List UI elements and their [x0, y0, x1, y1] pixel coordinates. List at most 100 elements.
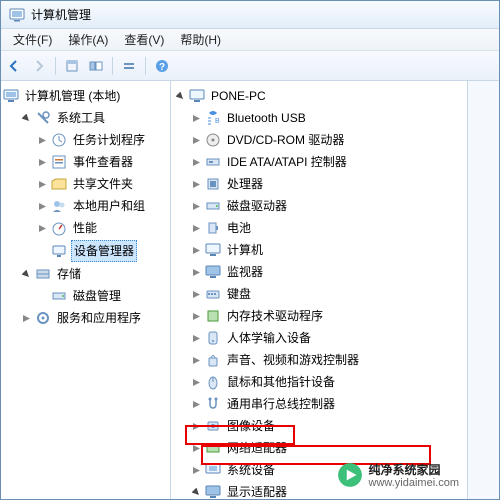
properties-button[interactable]	[119, 56, 139, 76]
users-icon	[51, 198, 67, 214]
menu-bar: 文件(F) 操作(A) 查看(V) 帮助(H)	[1, 29, 499, 51]
group-system-tools[interactable]: 系统工具	[1, 107, 170, 129]
expander-icon[interactable]	[189, 375, 203, 389]
category-icon	[205, 242, 221, 258]
event-viewer-label: 事件查看器	[71, 152, 135, 172]
category-item[interactable]: IDE ATA/ATAPI 控制器	[171, 151, 467, 173]
right-tree-pane[interactable]: PONE-PC BBluetooth USBDVD/CD-ROM 驱动器IDE …	[171, 81, 467, 499]
perf-icon	[51, 220, 67, 236]
category-item[interactable]: 监视器	[171, 261, 467, 283]
disk-management[interactable]: 磁盘管理	[1, 285, 170, 307]
expander-icon[interactable]	[189, 221, 203, 235]
display-adapters-label: 显示适配器	[225, 482, 289, 499]
content-body: 计算机管理 (本地) 系统工具 任务计划程序 事件查看器 共享文件夹 本地用户和…	[1, 81, 499, 499]
show-hide-button[interactable]	[86, 56, 106, 76]
expander-icon[interactable]	[19, 111, 33, 125]
system-tools-label: 系统工具	[55, 108, 107, 128]
category-item[interactable]: 图像设备	[171, 415, 467, 437]
category-item[interactable]: 计算机	[171, 239, 467, 261]
watermark-logo-icon	[337, 462, 363, 491]
expander-icon[interactable]	[189, 419, 203, 433]
category-item[interactable]: 电池	[171, 217, 467, 239]
back-button[interactable]	[5, 56, 25, 76]
category-item[interactable]: 键盘	[171, 283, 467, 305]
expander-icon[interactable]	[19, 267, 33, 281]
right-root[interactable]: PONE-PC	[171, 85, 467, 107]
disk-management-label: 磁盘管理	[71, 286, 123, 306]
forward-button[interactable]	[29, 56, 49, 76]
menu-action[interactable]: 操作(A)	[60, 29, 116, 50]
category-item[interactable]: 人体学输入设备	[171, 327, 467, 349]
category-item[interactable]: 声音、视频和游戏控制器	[171, 349, 467, 371]
performance[interactable]: 性能	[1, 217, 170, 239]
left-root-label: 计算机管理 (本地)	[23, 86, 122, 106]
expander-icon[interactable]	[189, 353, 203, 367]
window-title: 计算机管理	[31, 6, 91, 23]
expander-icon[interactable]	[19, 311, 33, 325]
up-button[interactable]	[62, 56, 82, 76]
storage-icon	[35, 266, 51, 282]
expander-icon[interactable]	[189, 265, 203, 279]
task-scheduler[interactable]: 任务计划程序	[1, 129, 170, 151]
actions-pane-collapsed[interactable]	[467, 81, 499, 499]
menu-help[interactable]: 帮助(H)	[172, 29, 229, 50]
category-icon	[205, 396, 221, 412]
expander-icon[interactable]	[35, 133, 49, 147]
category-icon	[205, 220, 221, 236]
expander-icon[interactable]	[189, 133, 203, 147]
menu-file[interactable]: 文件(F)	[5, 29, 60, 50]
group-storage[interactable]: 存储	[1, 263, 170, 285]
expander-icon[interactable]	[189, 397, 203, 411]
expander-icon[interactable]	[189, 199, 203, 213]
menu-view[interactable]: 查看(V)	[116, 29, 172, 50]
category-label: IDE ATA/ATAPI 控制器	[225, 152, 349, 172]
category-item[interactable]: BBluetooth USB	[171, 107, 467, 129]
category-icon	[205, 308, 221, 324]
expander-icon[interactable]	[35, 155, 49, 169]
local-users[interactable]: 本地用户和组	[1, 195, 170, 217]
category-label: 键盘	[225, 284, 253, 304]
svg-text:B: B	[215, 118, 220, 125]
left-tree-pane[interactable]: 计算机管理 (本地) 系统工具 任务计划程序 事件查看器 共享文件夹 本地用户和…	[1, 81, 171, 499]
help-button[interactable]: ?	[152, 56, 172, 76]
expander-icon[interactable]	[189, 485, 203, 499]
expander-icon[interactable]	[189, 287, 203, 301]
expander-icon[interactable]	[173, 89, 187, 103]
watermark: 纯净系统家园 www.yidaimei.com	[337, 462, 459, 491]
expander-icon[interactable]	[189, 155, 203, 169]
expander-icon[interactable]	[189, 177, 203, 191]
shared-folders-label: 共享文件夹	[71, 174, 135, 194]
expander-icon[interactable]	[189, 463, 203, 477]
category-item[interactable]: 处理器	[171, 173, 467, 195]
event-viewer[interactable]: 事件查看器	[1, 151, 170, 173]
device-manager-label: 设备管理器	[71, 240, 137, 262]
computer-icon	[189, 88, 205, 104]
toolbar: ?	[1, 51, 499, 81]
category-label: 声音、视频和游戏控制器	[225, 350, 361, 370]
expander-icon[interactable]	[35, 177, 49, 191]
category-item[interactable]: 内存技术驱动程序	[171, 305, 467, 327]
category-item[interactable]: DVD/CD-ROM 驱动器	[171, 129, 467, 151]
category-item[interactable]: 通用串行总线控制器	[171, 393, 467, 415]
group-services[interactable]: 服务和应用程序	[1, 307, 170, 329]
category-item[interactable]: 网络适配器	[171, 437, 467, 459]
expander-icon[interactable]	[189, 309, 203, 323]
category-icon	[205, 176, 221, 192]
expander-icon[interactable]	[189, 331, 203, 345]
expander-icon[interactable]	[35, 199, 49, 213]
category-label: 系统设备	[225, 460, 277, 480]
category-item[interactable]: 鼠标和其他指针设备	[171, 371, 467, 393]
device-manager[interactable]: 设备管理器	[1, 239, 170, 263]
expander-icon[interactable]	[189, 441, 203, 455]
left-root[interactable]: 计算机管理 (本地)	[1, 85, 170, 107]
category-label: 鼠标和其他指针设备	[225, 372, 337, 392]
title-bar[interactable]: 计算机管理	[1, 1, 499, 29]
expander-icon[interactable]	[35, 221, 49, 235]
shared-folders[interactable]: 共享文件夹	[1, 173, 170, 195]
storage-label: 存储	[55, 264, 83, 284]
expander-icon[interactable]	[189, 111, 203, 125]
category-icon	[205, 330, 221, 346]
category-item[interactable]: 磁盘驱动器	[171, 195, 467, 217]
watermark-url: www.yidaimei.com	[369, 477, 459, 489]
expander-icon[interactable]	[189, 243, 203, 257]
